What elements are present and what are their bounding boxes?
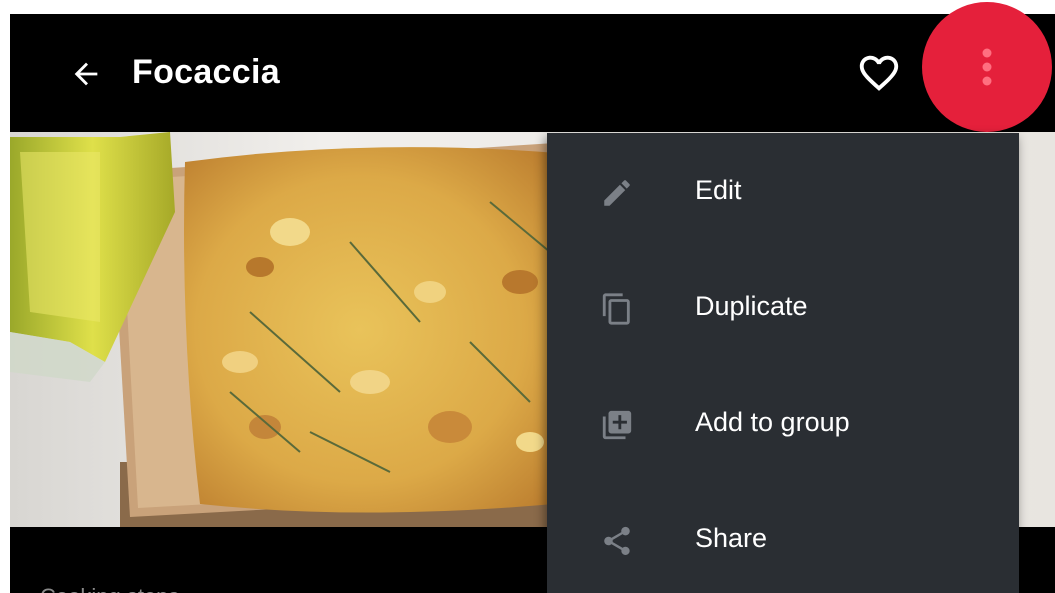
- menu-item-label: Add to group: [695, 407, 850, 437]
- share-icon: [597, 521, 637, 561]
- more-vert-icon: [982, 48, 992, 86]
- menu-item-share[interactable]: Share: [547, 481, 1019, 593]
- menu-item-label: Edit: [695, 175, 742, 205]
- recipe-screen: Focaccia Edit Duplicate Add to group Sha…: [0, 0, 1055, 593]
- menu-item-label: Duplicate: [695, 291, 808, 321]
- copy-icon: [597, 289, 637, 329]
- overflow-menu: Edit Duplicate Add to group Share: [547, 133, 1019, 593]
- add-to-group-icon: [597, 405, 637, 445]
- app-bar: Focaccia: [10, 14, 1055, 132]
- favorite-button[interactable]: [850, 44, 908, 102]
- arrow-back-icon: [74, 62, 98, 86]
- pencil-icon: [597, 173, 637, 213]
- menu-item-duplicate[interactable]: Duplicate: [547, 249, 1019, 365]
- menu-item-edit[interactable]: Edit: [547, 133, 1019, 249]
- section-heading: Cooking steps: [40, 583, 179, 593]
- page-title: Focaccia: [132, 53, 280, 91]
- menu-item-add-to-group[interactable]: Add to group: [547, 365, 1019, 481]
- heart-outline-icon: [859, 55, 899, 91]
- status-strip: [0, 0, 1055, 14]
- back-button[interactable]: [58, 46, 114, 102]
- more-options-button[interactable]: [922, 2, 1052, 132]
- menu-item-label: Share: [695, 523, 768, 553]
